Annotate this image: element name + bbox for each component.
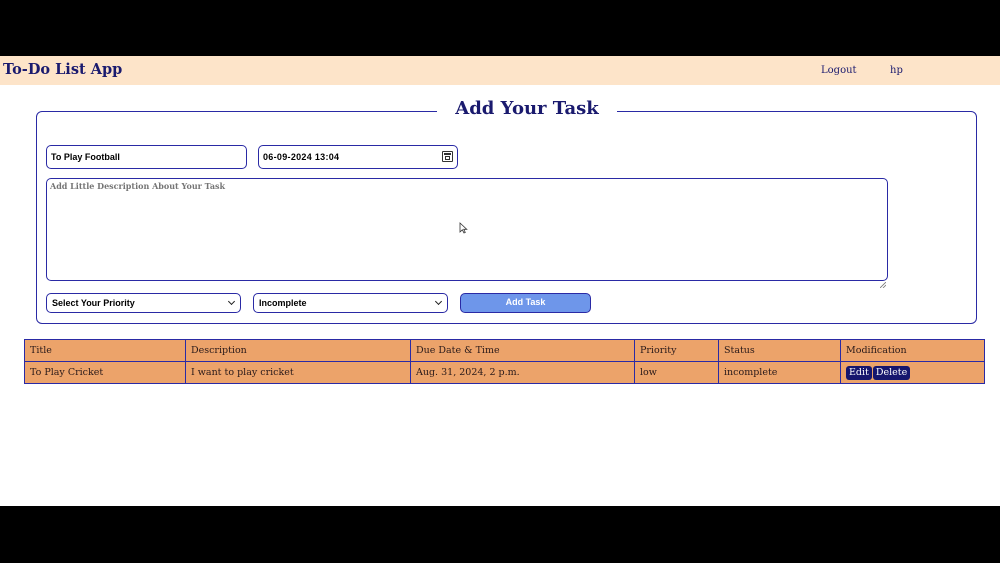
chevron-down-icon [434, 297, 443, 306]
calendar-icon[interactable] [442, 151, 453, 162]
column-header-due: Due Date & Time [410, 339, 635, 362]
table-row: To Play Cricket I want to play cricket A… [24, 361, 985, 384]
priority-select[interactable]: Select Your Priority [46, 293, 241, 313]
cell-due: Aug. 31, 2024, 2 p.m. [410, 361, 635, 384]
user-link[interactable]: hp [890, 65, 903, 76]
cell-modification: Edit Delete [840, 361, 985, 384]
column-header-status: Status [718, 339, 841, 362]
delete-button[interactable]: Delete [872, 365, 911, 380]
cell-status: incomplete [718, 361, 841, 384]
task-table: Title Description Due Date & Time Priori… [24, 339, 985, 384]
form-legend: Add Your Task [437, 98, 617, 119]
priority-select-value: Select Your Priority [52, 298, 135, 308]
column-header-title: Title [24, 339, 186, 362]
brand-title[interactable]: To-Do List App [3, 61, 122, 78]
browser-viewport: To-Do List App Logout hp Add Your Task T… [0, 56, 1000, 506]
column-header-modification: Modification [840, 339, 985, 362]
add-task-button[interactable]: Add Task [460, 293, 591, 313]
mouse-cursor-icon [459, 219, 468, 234]
title-input-value: To Play Football [51, 152, 120, 162]
add-task-form: Add Your Task To Play Football 06-09-202… [36, 98, 977, 324]
cell-title: To Play Cricket [24, 361, 186, 384]
cell-priority: low [634, 361, 719, 384]
logout-link[interactable]: Logout [821, 65, 857, 76]
status-select-value: Incomplete [259, 298, 307, 308]
table-header-row: Title Description Due Date & Time Priori… [24, 339, 985, 362]
due-date-value: 06-09-2024 13:04 [263, 152, 340, 162]
chevron-down-icon [227, 297, 236, 306]
due-date-input[interactable]: 06-09-2024 13:04 [258, 145, 458, 169]
column-header-description: Description [185, 339, 411, 362]
navbar: To-Do List App Logout hp [0, 56, 1000, 85]
column-header-priority: Priority [634, 339, 719, 362]
status-select[interactable]: Incomplete [253, 293, 448, 313]
resize-grip-icon[interactable] [879, 273, 887, 289]
cell-description: I want to play cricket [185, 361, 411, 384]
title-input[interactable]: To Play Football [46, 145, 247, 169]
edit-button[interactable]: Edit [846, 365, 872, 380]
